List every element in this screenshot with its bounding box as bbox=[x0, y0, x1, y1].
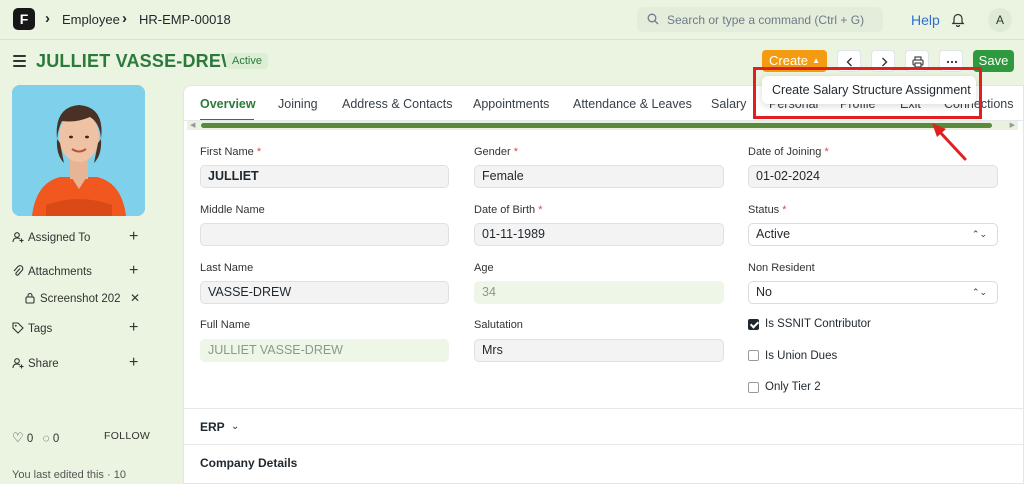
section-divider bbox=[184, 408, 1023, 409]
section-company-title[interactable]: Company Details bbox=[200, 456, 297, 470]
middle-name-label: Middle Name bbox=[200, 204, 265, 216]
status-select[interactable]: Active ⌃⌄ bbox=[748, 223, 998, 246]
ssnit-checkbox[interactable] bbox=[748, 319, 759, 330]
paperclip-icon bbox=[13, 265, 24, 276]
user-avatar[interactable]: A bbox=[988, 8, 1012, 32]
remove-attachment-close-icon[interactable]: ✕ bbox=[130, 291, 140, 305]
scrollbar-thumb[interactable] bbox=[201, 123, 992, 128]
like-count: 0 bbox=[26, 433, 34, 445]
tier2-checkbox[interactable] bbox=[748, 382, 759, 393]
gender-label: Gender * bbox=[474, 146, 519, 158]
salutation-input[interactable]: Mrs bbox=[474, 339, 724, 362]
add-tag-plus-icon[interactable]: + bbox=[129, 320, 138, 336]
page-title: JULLIET VASSE-DREW bbox=[36, 51, 239, 71]
share[interactable]: Share bbox=[12, 357, 59, 370]
breadcrumb-record[interactable]: HR-EMP-00018 bbox=[139, 12, 231, 28]
navbar: F › Employee › HR-EMP-00018 Search or ty… bbox=[0, 0, 1024, 40]
search-icon bbox=[647, 13, 659, 25]
ssnit-label: Is SSNIT Contributor bbox=[765, 318, 871, 330]
annotation-arrow-icon bbox=[932, 123, 967, 161]
tab-appointments[interactable]: Appointments bbox=[473, 97, 549, 111]
last-edited-text: You last edited this · 10 bbox=[12, 469, 126, 481]
comment-icon[interactable]: ◌ bbox=[42, 431, 49, 445]
first-name-label: First Name * bbox=[200, 146, 262, 158]
status-value: Active bbox=[756, 227, 791, 241]
section-divider bbox=[184, 444, 1023, 445]
tab-attendance-leaves[interactable]: Attendance & Leaves bbox=[573, 97, 692, 111]
create-label: Create bbox=[769, 53, 809, 68]
search-bar[interactable]: Search or type a command (Ctrl + G) bbox=[637, 7, 883, 32]
assigned-to-label: Assigned To bbox=[28, 232, 91, 244]
age-field: 34 bbox=[474, 281, 724, 304]
highlight-box bbox=[753, 67, 982, 119]
dob-input[interactable]: 01-11-1989 bbox=[474, 223, 724, 246]
middle-name-input[interactable] bbox=[200, 223, 449, 246]
add-attachment-plus-icon[interactable]: + bbox=[129, 263, 138, 279]
search-placeholder: Search or type a command (Ctrl + G) bbox=[667, 13, 865, 27]
chevron-right-icon: › bbox=[122, 10, 127, 27]
breadcrumb-employee[interactable]: Employee bbox=[62, 12, 120, 28]
union-dues-label: Is Union Dues bbox=[765, 350, 838, 362]
doj-label: Date of Joining * bbox=[748, 146, 829, 158]
tab-address-contacts[interactable]: Address & Contacts bbox=[342, 97, 452, 111]
full-name-label: Full Name bbox=[200, 319, 251, 331]
tab-joining[interactable]: Joining bbox=[278, 97, 318, 111]
attachments[interactable]: Attachments bbox=[12, 265, 92, 278]
updown-icon: ⌃⌄ bbox=[971, 229, 987, 239]
help-link[interactable]: Help bbox=[911, 12, 940, 28]
updown-icon: ⌃⌄ bbox=[971, 287, 987, 297]
menu-icon[interactable] bbox=[13, 55, 26, 67]
chevron-right-icon: › bbox=[45, 10, 50, 27]
tab-scrollbar[interactable]: ◀ ▶ bbox=[187, 121, 1018, 130]
lock-icon bbox=[25, 292, 35, 304]
attachments-label: Attachments bbox=[28, 266, 92, 278]
tab-salary[interactable]: Salary bbox=[711, 97, 746, 111]
share-user-icon bbox=[12, 358, 24, 369]
age-label: Age bbox=[474, 262, 494, 274]
user-add-icon bbox=[12, 232, 24, 243]
app-logo[interactable]: F bbox=[13, 8, 35, 30]
chevron-down-icon[interactable]: ⌄ bbox=[231, 421, 239, 432]
dob-label: Date of Birth * bbox=[474, 204, 543, 216]
add-assignee-plus-icon[interactable]: + bbox=[129, 229, 138, 245]
salutation-label: Salutation bbox=[474, 319, 523, 331]
status-badge: Active bbox=[226, 53, 268, 69]
tags[interactable]: Tags bbox=[12, 322, 52, 335]
attachment-item[interactable]: Screenshot 202 bbox=[24, 292, 121, 305]
bell-icon[interactable] bbox=[951, 12, 965, 27]
non-resident-select[interactable]: No ⌃⌄ bbox=[748, 281, 998, 304]
heart-icon[interactable]: ♡ bbox=[12, 430, 24, 445]
last-name-label: Last Name bbox=[200, 262, 254, 274]
add-share-plus-icon[interactable]: + bbox=[129, 355, 138, 371]
assigned-to[interactable]: Assigned To bbox=[12, 231, 90, 244]
attachment-filename: Screenshot 202 bbox=[40, 293, 121, 305]
union-dues-checkbox[interactable] bbox=[748, 350, 759, 361]
non-resident-value: No bbox=[756, 285, 772, 299]
follow-button[interactable]: FOLLOW bbox=[104, 430, 150, 442]
scroll-right-icon[interactable]: ▶ bbox=[1010, 121, 1015, 130]
tier2-label: Only Tier 2 bbox=[765, 381, 821, 393]
form-card: Overview Joining Address & Contacts Appo… bbox=[183, 85, 1024, 484]
section-erp-title[interactable]: ERP bbox=[200, 420, 225, 434]
tab-overview[interactable]: Overview bbox=[200, 97, 256, 111]
first-name-input[interactable]: JULLIET bbox=[200, 165, 449, 188]
doj-input[interactable]: 01-02-2024 bbox=[748, 165, 998, 188]
tags-label: Tags bbox=[28, 323, 53, 335]
full-name-field: JULLIET VASSE-DREW bbox=[200, 339, 449, 362]
gender-input[interactable]: Female bbox=[474, 165, 724, 188]
share-label: Share bbox=[28, 358, 59, 370]
non-resident-label: Non Resident bbox=[748, 262, 815, 274]
scroll-left-icon[interactable]: ◀ bbox=[190, 121, 195, 130]
profile-image bbox=[12, 85, 145, 216]
engagement-stats: ♡ 0 ◌ 0 bbox=[12, 430, 59, 446]
comment-count: 0 bbox=[52, 433, 60, 445]
tag-icon bbox=[12, 322, 24, 334]
employee-photo[interactable] bbox=[12, 85, 145, 216]
status-label: Status * bbox=[748, 204, 787, 216]
last-name-input[interactable]: VASSE-DREW bbox=[200, 281, 449, 304]
